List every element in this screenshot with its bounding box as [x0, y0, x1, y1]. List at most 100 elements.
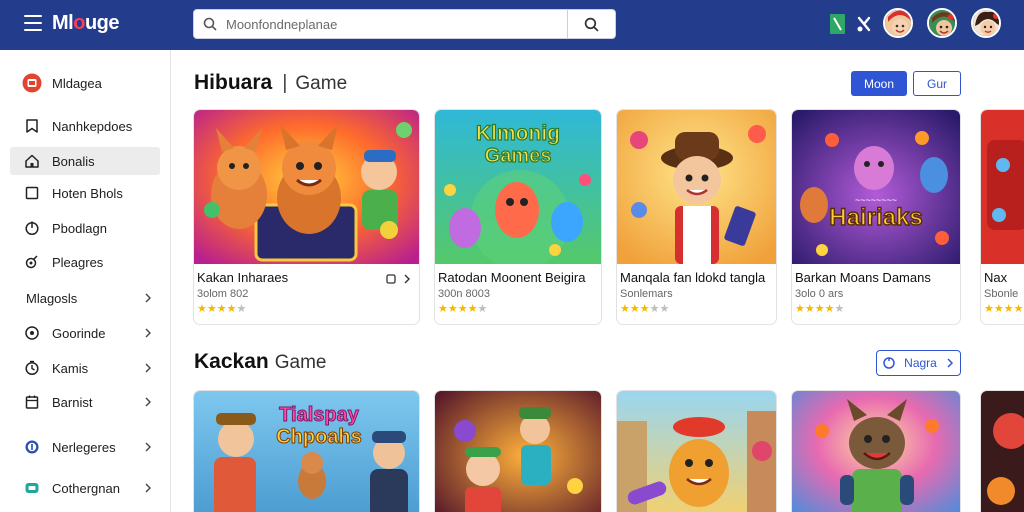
brand-badge-icon: [22, 73, 42, 93]
sidebar-item-label: Pbodlagn: [52, 220, 107, 236]
star-empty-icon: ★: [477, 303, 488, 315]
menu-icon[interactable]: [24, 15, 42, 31]
info-icon: [22, 437, 42, 457]
sidebar-item-label: Cothergnan: [52, 480, 120, 496]
star-filled-icon: ★: [804, 303, 815, 315]
game-card[interactable]: [981, 391, 1024, 512]
card-actions: [386, 271, 411, 289]
star-rating: ★★★★★: [795, 302, 844, 315]
game-card[interactable]: [617, 391, 776, 512]
star-filled-icon: ★: [226, 303, 237, 315]
sidebar-item-pleagres[interactable]: Pleagres: [10, 248, 160, 276]
puzzle-icon[interactable]: [855, 13, 873, 35]
game-thumbnail[interactable]: Klmonig Games: [435, 110, 601, 264]
game-thumbnail[interactable]: ~~~~~~~~ Hairiaks: [792, 110, 960, 264]
game-title: Barkan Moans Damans: [795, 270, 931, 285]
star-filled-icon: ★: [993, 303, 1004, 315]
star-filled-icon: ★: [1003, 303, 1014, 315]
thumbnail-title: Hairiaks: [829, 204, 922, 231]
primary-button[interactable]: Moon: [851, 71, 907, 96]
sidebar-item-hot[interactable]: Hoten Bhols: [10, 179, 160, 207]
game-card[interactable]: Nax Sbonle ★★★★★: [981, 110, 1024, 324]
section-subtitle: Game: [274, 352, 327, 373]
star-filled-icon: ★: [984, 303, 994, 315]
star-filled-icon: ★: [457, 303, 468, 315]
star-filled-icon: ★: [795, 303, 805, 315]
sidebar-item-label: Mlagosls: [26, 290, 78, 306]
chat-icon: [22, 478, 42, 498]
game-meta: 300n 8003: [438, 288, 490, 300]
game-thumbnail[interactable]: [981, 391, 1024, 512]
game-thumbnail[interactable]: [981, 110, 1024, 264]
game-card[interactable]: ~~~~~~~~ Hairiaks Barkan Moans Damans 3o…: [792, 110, 960, 324]
avatar[interactable]: [971, 8, 1001, 38]
game-card[interactable]: Klmonig Games Ratodan Moonent Beigira 30…: [435, 110, 601, 324]
game-thumbnail[interactable]: [617, 110, 776, 264]
star-empty-icon: ★: [236, 303, 247, 315]
search-input[interactable]: [226, 11, 566, 37]
app-logo[interactable]: Mlouge: [52, 12, 119, 35]
app-tile-icon[interactable]: [829, 13, 847, 35]
chevron-right-icon: [142, 361, 154, 375]
sidebar-item-cothergnan[interactable]: Cothergnan: [10, 474, 160, 502]
section-title: Kackan Game: [194, 350, 326, 374]
sidebar-item-categories[interactable]: Mlagosls: [10, 284, 160, 312]
sidebar-item-home-brand[interactable]: Mldagea: [10, 69, 160, 97]
sidebar-item-home[interactable]: Bonalis: [10, 147, 160, 175]
sidebar-item-kamis[interactable]: Kamis: [10, 354, 160, 382]
game-thumbnail[interactable]: [194, 110, 419, 264]
game-meta: 3olom 802: [197, 288, 249, 300]
star-filled-icon: ★: [629, 303, 640, 315]
sidebar-item-goorinde[interactable]: Goorinde: [10, 319, 160, 347]
section-subtitle: Game: [295, 73, 348, 94]
game-card[interactable]: [435, 391, 601, 512]
sidebar-item-label: Hoten Bhols: [52, 185, 123, 201]
game-thumbnail[interactable]: [435, 391, 601, 512]
secondary-button[interactable]: Gur: [913, 71, 961, 96]
game-meta: 3olo 0 ars: [795, 288, 844, 300]
square-icon[interactable]: [386, 271, 396, 289]
sidebar-item-label: Mldagea: [52, 75, 102, 91]
sidebar-item-nerlegeres[interactable]: Nerlegeres: [10, 433, 160, 461]
star-filled-icon: ★: [639, 303, 650, 315]
game-title: Kakan Inharaes: [197, 270, 289, 285]
refresh-icon: [882, 356, 896, 370]
game-card[interactable]: Kakan Inharaes 3olom 802 ★★★★★: [194, 110, 419, 324]
star-empty-icon: ★: [659, 303, 670, 315]
thumbnail-subtitle: Games: [485, 145, 552, 167]
avatar[interactable]: [927, 8, 957, 38]
game-thumbnail[interactable]: [792, 391, 960, 512]
avatar[interactable]: [883, 8, 913, 38]
star-filled-icon: ★: [467, 303, 478, 315]
home-icon: [22, 151, 42, 171]
star-filled-icon: ★: [197, 303, 207, 315]
circle-power-icon: [22, 218, 42, 238]
game-card[interactable]: [792, 391, 960, 512]
star-filled-icon: ★: [438, 303, 448, 315]
chevron-right-icon: [142, 326, 154, 340]
chevron-right-icon: [142, 440, 154, 454]
sidebar-item-popular[interactable]: Pbodlagn: [10, 214, 160, 242]
more-button-label: Nagra: [904, 356, 937, 370]
chevron-right-icon: [142, 395, 154, 409]
sidebar-item-bookmarks[interactable]: Nanhkepdoes: [10, 112, 160, 140]
game-thumbnail[interactable]: Tialspay Chpoahs: [194, 391, 419, 512]
sidebar-item-barnist[interactable]: Barnist: [10, 388, 160, 416]
sidebar-item-label: Barnist: [52, 394, 93, 410]
star-filled-icon: ★: [824, 303, 835, 315]
star-filled-icon: ★: [620, 303, 630, 315]
section-heading: Hibuara: [194, 71, 273, 94]
game-card[interactable]: Tialspay Chpoahs: [194, 391, 419, 512]
top-bar: Mlouge: [0, 0, 1024, 50]
game-thumbnail[interactable]: [617, 391, 776, 512]
game-card[interactable]: Manqala fan ldokd tangla Sonlemars ★★★★★: [617, 110, 776, 324]
game-title: Nax: [984, 270, 1008, 285]
more-button[interactable]: Nagra: [876, 350, 961, 376]
search-button[interactable]: [567, 10, 615, 38]
chevron-right-icon: [945, 357, 955, 369]
star-rating: ★★★★★: [620, 302, 669, 315]
chevron-right-icon[interactable]: [403, 271, 411, 289]
star-empty-icon: ★: [834, 303, 845, 315]
star-rating: ★★★★★: [197, 302, 246, 315]
sidebar-item-label: Pleagres: [52, 254, 104, 270]
